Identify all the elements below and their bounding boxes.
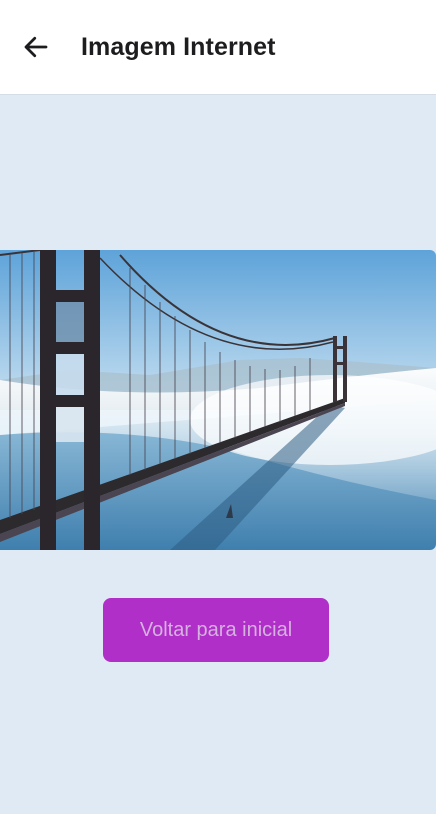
back-button[interactable] [6,17,66,77]
arrow-left-icon [24,36,48,58]
bridge-image [0,250,436,550]
app-header: Imagem Internet [0,0,436,95]
page-title: Imagem Internet [81,32,276,61]
back-home-button[interactable]: Voltar para inicial [103,598,329,662]
screen: Imagem Internet Voltar para inicial [0,0,436,814]
